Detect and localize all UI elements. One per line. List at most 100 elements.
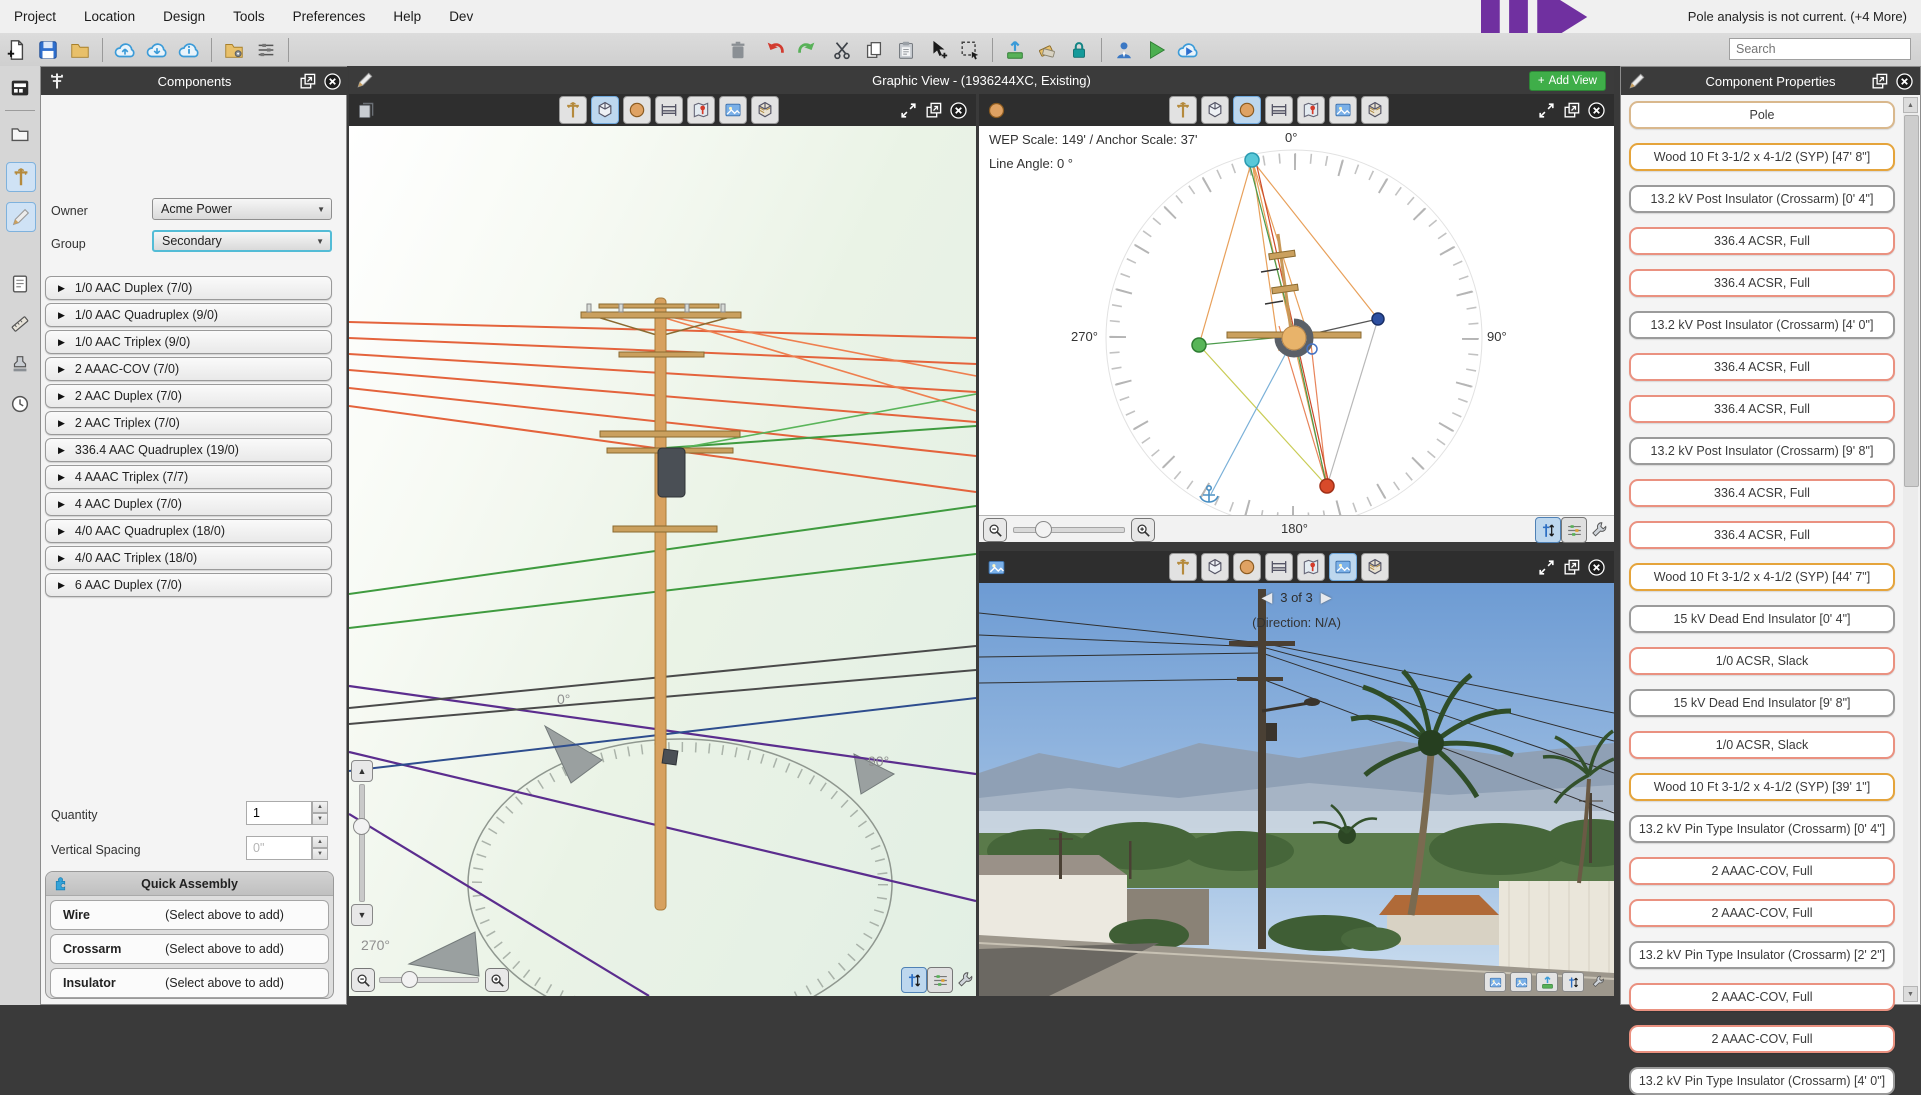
component-item[interactable]: Wood 10 Ft 3-1/2 x 4-1/2 (SYP) [47' 8"] [1629, 143, 1895, 171]
component-item[interactable]: 336.4 ACSR, Full [1629, 521, 1895, 549]
search-input[interactable] [1729, 38, 1911, 60]
wire-type-row[interactable]: ▶ 6 AAC Duplex (7/0) [45, 573, 332, 597]
zoom-out-button[interactable] [351, 968, 375, 992]
map-view-button[interactable] [1297, 553, 1325, 581]
run-analysis-button[interactable] [1143, 37, 1169, 63]
expander-icon[interactable]: ▶ [58, 337, 65, 348]
cloud-run-button[interactable] [1175, 37, 1201, 63]
dock-components-button[interactable] [6, 162, 36, 192]
pan-slider-track[interactable] [359, 784, 365, 902]
dock-notes-button[interactable] [6, 270, 34, 298]
export-button[interactable] [1002, 37, 1028, 63]
dock-measure-button[interactable] [6, 310, 34, 338]
menu-item[interactable]: Project [0, 9, 70, 24]
open-button[interactable] [67, 37, 93, 63]
project-settings-button[interactable] [221, 37, 247, 63]
pan-slider-knob[interactable] [353, 818, 370, 835]
add-pointer-button[interactable] [925, 37, 951, 63]
wire-type-row[interactable]: ▶ 336.4 AAC Quadruplex (19/0) [45, 438, 332, 462]
redo-button[interactable] [794, 37, 820, 63]
component-item[interactable]: Pole [1629, 101, 1895, 129]
component-item[interactable]: 13.2 kV Post Insulator (Crossarm) [9' 8"… [1629, 437, 1895, 465]
map-view-button[interactable] [1297, 96, 1325, 124]
expander-icon[interactable]: ▶ [58, 310, 65, 321]
plan-viewport[interactable]: WEP Scale: 149' / Anchor Scale: 37' Line… [979, 126, 1614, 515]
textured-view-button[interactable] [1361, 553, 1389, 581]
expand-icon[interactable] [1537, 558, 1556, 577]
zoom-slider-track[interactable] [379, 977, 479, 983]
close-icon[interactable] [1587, 101, 1606, 120]
dock-history-button[interactable] [6, 390, 34, 418]
popout-icon[interactable] [924, 101, 943, 120]
component-item[interactable]: Wood 10 Ft 3-1/2 x 4-1/2 (SYP) [44' 7"] [1629, 563, 1895, 591]
cube-3d-view-button[interactable] [591, 96, 619, 124]
close-icon[interactable] [949, 101, 968, 120]
component-item[interactable]: 336.4 ACSR, Full [1629, 269, 1895, 297]
component-item[interactable]: 13.2 kV Pin Type Insulator (Crossarm) [2… [1629, 941, 1895, 969]
photo-gallery-button[interactable] [1510, 972, 1532, 992]
scene-settings-button[interactable] [953, 967, 976, 991]
popout-icon[interactable] [1562, 558, 1581, 577]
component-item[interactable]: 1/0 ACSR, Slack [1629, 731, 1895, 759]
dock-files-button[interactable] [6, 120, 34, 148]
close-icon[interactable] [323, 72, 342, 91]
component-item[interactable]: 13.2 kV Pin Type Insulator (Crossarm) [4… [1629, 1067, 1895, 1095]
copy-button[interactable] [861, 37, 887, 63]
group-dropdown[interactable]: Secondary▼ [152, 230, 332, 252]
component-item[interactable]: 1/0 ACSR, Slack [1629, 647, 1895, 675]
textured-view-button[interactable] [1361, 96, 1389, 124]
quick-assembly-row[interactable]: Crossarm (Select above to add) [50, 934, 329, 964]
quantity-stepper[interactable]: ▲▼ [312, 801, 328, 825]
zoom-in-button[interactable] [485, 968, 509, 992]
menu-item[interactable]: Preferences [279, 9, 380, 24]
profile-view-button[interactable] [655, 96, 683, 124]
scroll-down-button[interactable]: ▼ [1903, 986, 1918, 1002]
menu-item[interactable]: Design [149, 9, 219, 24]
cloud-download-button[interactable] [144, 37, 170, 63]
cloud-info-button[interactable] [176, 37, 202, 63]
vertical-spacing-input[interactable] [246, 836, 312, 860]
menu-item[interactable]: Location [70, 9, 149, 24]
expander-icon[interactable]: ▶ [58, 499, 65, 510]
popout-icon[interactable] [298, 72, 317, 91]
photo-settings-button[interactable] [1588, 972, 1608, 990]
dock-catalog-button[interactable] [6, 74, 34, 102]
wire-type-row[interactable]: ▶ 4/0 AAC Triplex (18/0) [45, 546, 332, 570]
photo-import-button[interactable] [1536, 972, 1558, 992]
quick-assembly-row[interactable]: Wire (Select above to add) [50, 900, 329, 930]
close-icon[interactable] [1587, 558, 1606, 577]
plan-view-button[interactable] [623, 96, 651, 124]
fit-pole-button[interactable] [1535, 517, 1561, 543]
photo-select-button[interactable] [1484, 972, 1506, 992]
photo-viewport[interactable]: ◀3 of 3▶ (Direction: N/A) [979, 583, 1614, 996]
undo-button[interactable] [762, 37, 788, 63]
cut-button[interactable] [829, 37, 855, 63]
component-item[interactable]: 13.2 kV Pin Type Insulator (Crossarm) [0… [1629, 815, 1895, 843]
step-up-icon[interactable]: ▲ [312, 801, 328, 813]
add-view-button[interactable]: + Add View [1529, 71, 1606, 91]
component-item[interactable]: 336.4 ACSR, Full [1629, 227, 1895, 255]
popout-icon[interactable] [1562, 101, 1581, 120]
component-item[interactable]: 336.4 ACSR, Full [1629, 479, 1895, 507]
plan-view-button[interactable] [1233, 96, 1261, 124]
plan-settings-button[interactable] [1587, 517, 1611, 541]
profile-view-button[interactable] [1265, 553, 1293, 581]
wire-type-row[interactable]: ▶ 4 AAAC Triplex (7/7) [45, 465, 332, 489]
expander-icon[interactable]: ▶ [58, 526, 65, 537]
profile-view-button[interactable] [1265, 96, 1293, 124]
photo-fit-button[interactable] [1562, 972, 1584, 992]
wire-type-row[interactable]: ▶ 2 AAC Triplex (7/0) [45, 411, 332, 435]
zoom-in-button[interactable] [1131, 518, 1155, 542]
marquee-select-button[interactable] [957, 37, 983, 63]
pan-down-button[interactable]: ▼ [351, 904, 373, 926]
display-options-button[interactable] [927, 967, 953, 993]
dock-edit-button[interactable] [6, 202, 36, 232]
expand-icon[interactable] [1537, 101, 1556, 120]
quick-assembly-row[interactable]: Insulator (Select above to add) [50, 968, 329, 998]
component-item[interactable]: 336.4 ACSR, Full [1629, 353, 1895, 381]
preferences-button[interactable] [253, 37, 279, 63]
tags-button[interactable] [1034, 37, 1060, 63]
component-item[interactable]: 13.2 kV Post Insulator (Crossarm) [4' 0"… [1629, 311, 1895, 339]
quantity-input[interactable] [246, 801, 312, 825]
map-view-button[interactable] [687, 96, 715, 124]
